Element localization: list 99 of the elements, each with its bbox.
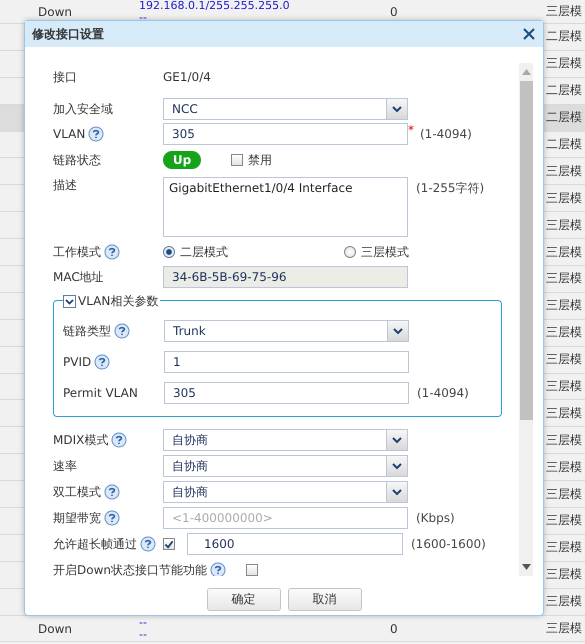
status-text: Down (38, 4, 72, 18)
mode-text: 三层模 (546, 621, 582, 636)
chevron-icon (393, 328, 403, 334)
mode-text: 三层模 (546, 244, 582, 259)
mode-text: 二层模 (546, 83, 582, 98)
mode-text: 三层模 (546, 352, 582, 366)
scrollbar[interactable] (519, 63, 533, 576)
scroll-thumb[interactable] (520, 81, 532, 420)
select-field[interactable]: 自协商 (163, 455, 408, 477)
hint-text: (1600-1600) (411, 537, 486, 551)
help-icon[interactable] (140, 536, 156, 552)
hint-text: (1-255字符) (416, 180, 484, 197)
mode-text: 二层模 (546, 29, 582, 44)
hint-text: (1-4094) (420, 127, 472, 141)
chevron-icon (392, 488, 402, 496)
chevron-icon (392, 436, 402, 444)
mode-text: 三层模 (546, 379, 582, 394)
table-row[interactable]: Down -- -- 0 三层模 (0, 616, 585, 642)
field-label: VLAN (53, 127, 86, 141)
field-label: 描述 (53, 177, 77, 194)
hint-text: (1-4094) (417, 386, 469, 400)
field-label: 工作模式 (53, 244, 101, 260)
ok-button[interactable]: 确定 (206, 588, 280, 611)
field-label: Permit VLAN (63, 386, 138, 400)
help-icon[interactable] (104, 244, 120, 260)
field-label: PVID (63, 355, 92, 369)
mode-text: 三层模 (546, 567, 582, 582)
select-field[interactable]: Trunk (164, 320, 409, 342)
hint-text: (Kbps) (416, 511, 455, 525)
help-icon[interactable] (114, 323, 130, 339)
mode-text: 三层模 (546, 594, 582, 608)
collapse-icon[interactable] (63, 294, 76, 308)
field-label: 允许超长帧通过 (53, 536, 137, 552)
mode-text: 三层模 (546, 432, 582, 447)
cancel-button[interactable]: 取消 (288, 588, 362, 611)
mode-text: 三层模 (546, 190, 582, 205)
mode-text: 三层模 (546, 513, 582, 528)
input-field[interactable]: 1600 (187, 533, 403, 555)
select-field[interactable]: 自协商 (163, 429, 408, 451)
mac-field: 34-6B-5B-69-75-96 (163, 266, 408, 288)
input-field[interactable]: 305 (163, 123, 408, 145)
input-field[interactable]: 1 (164, 351, 409, 373)
mode-text: 三层模 (546, 4, 582, 18)
field-label: 接口 (53, 68, 77, 86)
count-text: 0 (390, 622, 398, 636)
address-link[interactable]: -- (139, 616, 390, 629)
field-label: 速率 (53, 458, 77, 474)
scroll-down-icon[interactable] (522, 564, 530, 570)
radio-button[interactable] (344, 246, 356, 258)
select-field[interactable]: 自协商 (163, 481, 408, 503)
chevron-icon (392, 106, 402, 112)
chevron-icon (392, 462, 402, 470)
field-label: MAC地址 (53, 268, 104, 286)
dialog-title: 修改接口设置 (32, 26, 104, 42)
help-icon[interactable] (210, 562, 226, 576)
description-field[interactable]: GigabitEthernet1/0/4 Interface (163, 177, 408, 237)
radio-label: 三层模式 (361, 244, 409, 260)
radio-button[interactable] (163, 246, 175, 258)
field-label: MDIX模式 (53, 432, 108, 448)
help-icon[interactable] (104, 484, 120, 500)
address-link[interactable]: 192.168.0.1/255.255.255.0 (139, 0, 390, 12)
help-icon[interactable] (104, 510, 120, 526)
status-badge: Up (163, 151, 201, 169)
input-field[interactable]: 305 (164, 382, 409, 404)
mode-text: 三层模 (546, 460, 582, 474)
mode-text: 三层模 (546, 298, 582, 312)
group-title: VLAN相关参数 (76, 294, 160, 308)
field-label: 期望带宽 (53, 510, 101, 526)
close-icon[interactable] (522, 27, 536, 41)
checkbox[interactable] (246, 564, 258, 576)
mode-text: 三层模 (546, 325, 582, 340)
mode-text: 三层模 (546, 486, 582, 501)
mode-text: 二层模 (546, 110, 582, 124)
address-link[interactable]: -- (139, 12, 390, 24)
field-label: 加入安全域 (53, 100, 113, 118)
field-label: 链路状态 (53, 152, 101, 168)
mode-text: 三层模 (546, 271, 582, 286)
radio-label: 二层模式 (180, 244, 228, 260)
mode-text: 三层模 (546, 164, 582, 178)
required-mark: * (408, 123, 414, 137)
help-icon[interactable] (111, 432, 128, 448)
count-text: 0 (390, 4, 398, 18)
mode-text: 三层模 (546, 540, 582, 554)
checkbox-label: 禁用 (248, 152, 272, 168)
field-label: 链路类型 (63, 322, 111, 340)
mode-text: 二层模 (546, 137, 582, 151)
help-icon[interactable] (94, 354, 110, 370)
mode-text: 三层模 (546, 218, 582, 232)
interface-value: GE1/0/4 (163, 70, 211, 84)
mode-text: 三层模 (546, 406, 582, 420)
checkbox[interactable] (231, 154, 243, 166)
address-link[interactable]: -- (139, 628, 390, 641)
select-field[interactable]: NCC (163, 98, 408, 120)
field-label: 开启Down状态接口节能功能 (53, 562, 208, 576)
checkbox[interactable] (163, 538, 175, 550)
field-label: 双工模式 (53, 484, 101, 500)
mode-text: 三层模 (546, 56, 582, 70)
status-text: Down (38, 622, 72, 636)
help-icon[interactable] (88, 126, 104, 142)
